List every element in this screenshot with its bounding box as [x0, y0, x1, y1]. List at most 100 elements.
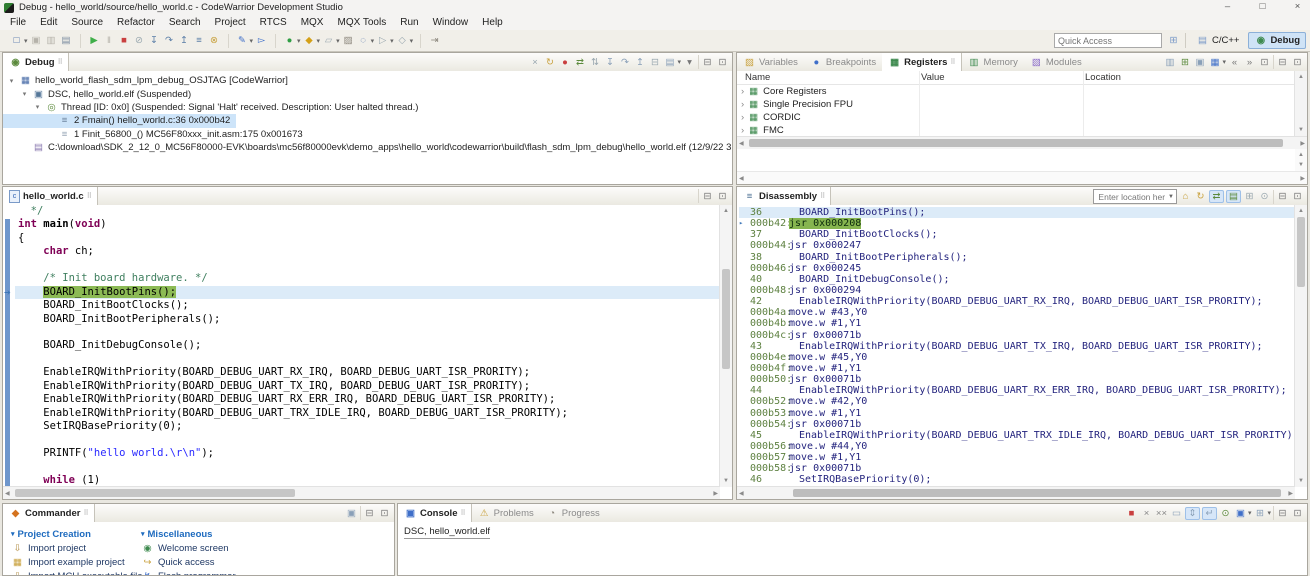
menu-window[interactable]: Window: [426, 16, 476, 29]
tab-hello-world-c[interactable]: c hello_world.c ⠿: [3, 187, 98, 205]
debug-view-mode[interactable]: ▤: [663, 56, 676, 69]
column-header-value[interactable]: Value: [921, 72, 945, 83]
tab-variables[interactable]: ▨Variables: [737, 53, 804, 71]
debug-tree-row[interactable]: ▾▣DSC, hello_world.elf (Suspended): [3, 87, 732, 100]
use-step-filters[interactable]: ⇅: [588, 56, 601, 69]
chevron-down-icon[interactable]: ▾: [1222, 58, 1226, 66]
chevron-down-icon[interactable]: ▾: [677, 58, 681, 66]
minimize-view-button[interactable]: ⊟: [701, 56, 714, 69]
scroll-right-arrow[interactable]: ▶: [713, 489, 718, 499]
disconnect[interactable]: ⊘: [133, 34, 146, 47]
run-configurations[interactable]: ◆: [303, 34, 316, 47]
debug-configurations[interactable]: ●: [283, 34, 296, 47]
column-header-location[interactable]: Location: [1085, 72, 1121, 83]
debug-launch-tree[interactable]: ▾▦hello_world_flash_sdm_lpm_debug_OSJTAG…: [3, 71, 732, 184]
view-menu[interactable]: ▣: [345, 507, 358, 520]
debug-tree-row[interactable]: ▾◎Thread [ID: 0x0] (Suspended: Signal 'H…: [3, 101, 732, 114]
column-header-name[interactable]: Name: [745, 72, 770, 83]
restart[interactable]: ↻: [543, 56, 556, 69]
instruction-stepping[interactable]: ≡: [193, 34, 206, 47]
chevron-down-icon[interactable]: ▾: [250, 37, 254, 45]
scroll-right-arrow[interactable]: ▶: [1300, 174, 1305, 184]
commander-item-welcome-screen[interactable]: ◉Welcome screen: [141, 541, 236, 555]
last-edit-location[interactable]: ⇥: [428, 34, 441, 47]
tab-registers[interactable]: ▦Registers⠿: [882, 53, 961, 71]
register-group-row[interactable]: ›▦Single Precision FPU: [737, 98, 1295, 111]
sync-with-active-context[interactable]: ⇄: [1209, 190, 1224, 203]
maximize-view-button[interactable]: ⊡: [716, 190, 729, 203]
disassembly-area[interactable]: 36BOARD_InitBootPins();▸000b42:jsr 0x000…: [739, 207, 1295, 487]
refresh-debug[interactable]: ⇄: [573, 56, 586, 69]
pin-view[interactable]: ⊙: [1258, 190, 1271, 203]
code-editor-area[interactable]: */int main(void){ char ch; /* Init board…: [15, 205, 720, 487]
commander-item-import-mcu-executable-file[interactable]: ⇩Import MCU executable file: [11, 569, 143, 575]
debug-tree-row[interactable]: ▤C:\download\SDK_2_12_0_MC56F80000-EVK\b…: [3, 141, 732, 154]
tab-memory[interactable]: ▥Memory: [962, 53, 1024, 71]
scrollbar-thumb[interactable]: [749, 139, 1283, 147]
profile[interactable]: ▱: [322, 34, 335, 47]
step-into[interactable]: ↧: [148, 34, 161, 47]
step-over-view[interactable]: ↷: [618, 56, 631, 69]
remove-all-terminated[interactable]: ×: [528, 56, 541, 69]
menu-search[interactable]: Search: [162, 16, 208, 29]
scroll-down-arrow[interactable]: ▼: [1295, 125, 1307, 135]
scroll-down-arrow[interactable]: ▼: [1295, 160, 1307, 170]
show-details[interactable]: ▥: [1163, 56, 1176, 69]
open-perspective-button[interactable]: ⊞: [1167, 34, 1180, 47]
maximize-view-button[interactable]: ⊡: [716, 56, 729, 69]
menu-run[interactable]: Run: [393, 16, 425, 29]
chevron-down-icon[interactable]: ▾: [336, 37, 340, 45]
remove-launch[interactable]: ×: [1140, 507, 1153, 520]
show-source[interactable]: ▤: [1226, 190, 1241, 203]
disassembly-vscrollbar[interactable]: ▲ ▼: [1294, 205, 1307, 487]
menu-source[interactable]: Source: [64, 16, 110, 29]
menu-mqx[interactable]: MQX: [294, 16, 331, 29]
chevron-down-icon[interactable]: ▾: [371, 37, 375, 45]
switch-layout[interactable]: ▦: [1208, 56, 1221, 69]
minimize-window-button[interactable]: –: [1221, 0, 1234, 13]
tree-expander-icon[interactable]: ▾: [7, 77, 16, 85]
tab-commander[interactable]: ◆ Commander ⠿: [3, 504, 95, 522]
step-return-view[interactable]: ↥: [633, 56, 646, 69]
chevron-down-icon[interactable]: ▾: [1267, 509, 1271, 517]
commander-item-import-example-project[interactable]: ▦Import example project: [11, 555, 143, 569]
add-register-group[interactable]: ⊞: [1178, 56, 1191, 69]
scroll-up-arrow[interactable]: ▲: [1295, 150, 1307, 160]
tab-console[interactable]: ▣Console⠿: [398, 504, 472, 522]
terminate-console[interactable]: ■: [1125, 507, 1138, 520]
prev-column-page[interactable]: «: [1228, 56, 1241, 69]
scroll-right-arrow[interactable]: ▶: [1300, 139, 1305, 149]
collapse-all[interactable]: ⊟: [648, 56, 661, 69]
scrollbar-thumb[interactable]: [722, 269, 730, 369]
external-tools[interactable]: ▷: [376, 34, 389, 47]
scroll-down-arrow[interactable]: ▼: [720, 476, 732, 486]
new-wizard[interactable]: □: [10, 34, 23, 47]
menu-project[interactable]: Project: [208, 16, 253, 29]
registers-detail-hscrollbar[interactable]: ◀ ▶: [737, 171, 1307, 184]
scroll-lock[interactable]: ⇕: [1185, 507, 1200, 520]
tree-expander-icon[interactable]: ›: [741, 99, 744, 110]
scroll-right-arrow[interactable]: ▶: [1288, 489, 1293, 499]
commander-item-quick-access[interactable]: ↪Quick access: [141, 555, 236, 569]
editor-hscrollbar[interactable]: ◀ ▶: [3, 486, 720, 499]
chevron-down-icon[interactable]: ▾: [317, 37, 321, 45]
home-pc[interactable]: ⌂: [1179, 190, 1192, 203]
scroll-down-arrow[interactable]: ▼: [1295, 476, 1307, 486]
open-new-view[interactable]: ⊡: [1258, 56, 1271, 69]
clear-console[interactable]: ▭: [1170, 507, 1183, 520]
menu-help[interactable]: Help: [475, 16, 510, 29]
scrollbar-thumb[interactable]: [15, 489, 295, 497]
registers-vscrollbar[interactable]: ▲ ▼: [1294, 71, 1307, 136]
refresh-disassembly[interactable]: ↻: [1194, 190, 1207, 203]
search[interactable]: ◌: [357, 34, 370, 47]
tree-expander-icon[interactable]: ▾: [20, 90, 29, 98]
registers-hscrollbar[interactable]: ◀ ▶: [737, 136, 1307, 149]
debug-tree-row[interactable]: ▾▦hello_world_flash_sdm_lpm_debug_OSJTAG…: [3, 74, 732, 87]
scroll-left-arrow[interactable]: ◀: [5, 489, 10, 499]
stack-frame-row-selected[interactable]: ≡2 Fmain() hello_world.c:36 0x000b42: [3, 114, 236, 127]
editor-gutter[interactable]: ➔: [3, 205, 15, 487]
editor-vscrollbar[interactable]: ▲ ▼: [719, 205, 732, 487]
open-new-view[interactable]: ⊞: [1243, 190, 1256, 203]
chevron-down-icon[interactable]: ▾: [410, 37, 414, 45]
scrollbar-thumb[interactable]: [793, 489, 1281, 497]
